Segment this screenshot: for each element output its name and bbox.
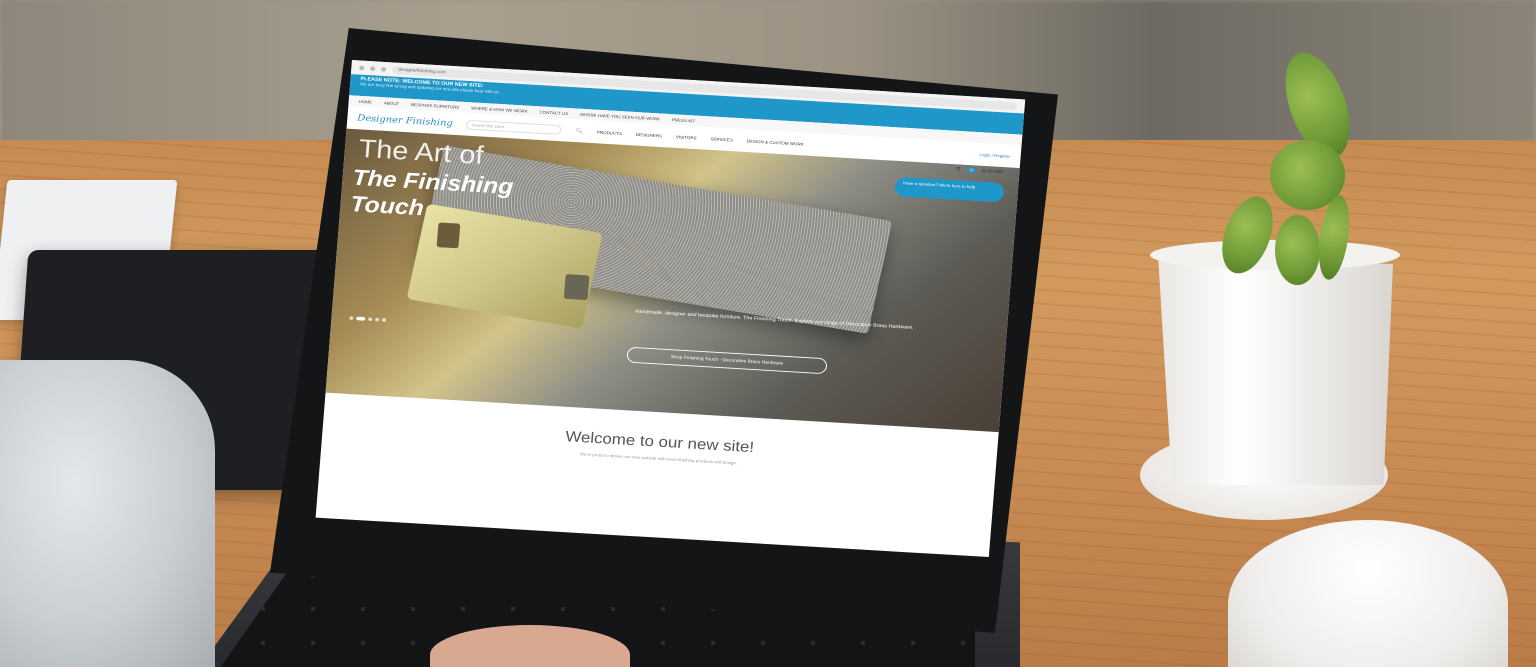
carousel-dot[interactable] bbox=[368, 317, 373, 322]
main-nav-item[interactable]: Services bbox=[710, 136, 733, 142]
search-icon[interactable]: 🔍︎ bbox=[575, 127, 583, 134]
cactus-pad bbox=[1275, 215, 1320, 285]
carousel-dot[interactable] bbox=[374, 317, 380, 322]
chat-widget[interactable]: Have a question? We're here to help bbox=[894, 176, 1005, 203]
main-nav-item[interactable]: Visitors bbox=[676, 134, 697, 140]
cart-total[interactable]: £0.00 GBP bbox=[982, 168, 1004, 174]
main-nav-item[interactable]: Products bbox=[597, 130, 622, 136]
carousel-dot-active[interactable] bbox=[356, 316, 366, 321]
cart-count-badge: 0 bbox=[967, 167, 976, 173]
top-nav-item[interactable]: Where & How We Work bbox=[471, 105, 528, 113]
back-icon[interactable] bbox=[359, 65, 365, 70]
photo-scene: designerfinishing.com PLEASE NOTE: WELCO… bbox=[0, 0, 1536, 667]
brass-knob-image bbox=[563, 274, 590, 301]
site-logo[interactable]: Designer Finishing bbox=[357, 113, 453, 128]
cart-area: 🛒︎ 0 £0.00 GBP bbox=[956, 166, 1004, 174]
top-nav-item[interactable]: About bbox=[384, 100, 400, 105]
main-nav-item[interactable]: Design & Custom Work bbox=[747, 138, 804, 146]
top-nav-item[interactable]: Contact Us bbox=[539, 109, 568, 115]
hero-cta-button[interactable]: Shop Finishing Touch - Decorative Brass … bbox=[626, 346, 828, 375]
person-shoulder bbox=[0, 360, 215, 667]
carousel-dot[interactable] bbox=[381, 318, 387, 322]
carousel-dot[interactable] bbox=[349, 316, 354, 320]
reload-icon[interactable] bbox=[380, 66, 387, 72]
cart-icon[interactable]: 🛒︎ bbox=[956, 166, 962, 172]
laptop-screen: designerfinishing.com PLEASE NOTE: WELCO… bbox=[315, 60, 1026, 558]
top-nav-item[interactable]: Home bbox=[359, 99, 373, 104]
top-nav-item[interactable]: Bespoke Furniture bbox=[411, 102, 460, 109]
main-nav-item[interactable]: Designers bbox=[636, 132, 663, 138]
forward-icon[interactable] bbox=[370, 65, 376, 71]
search-input[interactable]: Search the store bbox=[466, 119, 563, 135]
account-link[interactable]: Login / Register bbox=[979, 152, 1011, 158]
brass-knob-image bbox=[436, 222, 461, 249]
plant-pot bbox=[1158, 254, 1393, 485]
hero-banner: The Art of The Finishing Touch Handmade,… bbox=[325, 128, 1020, 433]
carousel-dots bbox=[349, 316, 387, 322]
top-nav-item[interactable]: Press Kit bbox=[672, 117, 696, 123]
hero-title-line2: The Finishing Touch bbox=[349, 165, 515, 221]
